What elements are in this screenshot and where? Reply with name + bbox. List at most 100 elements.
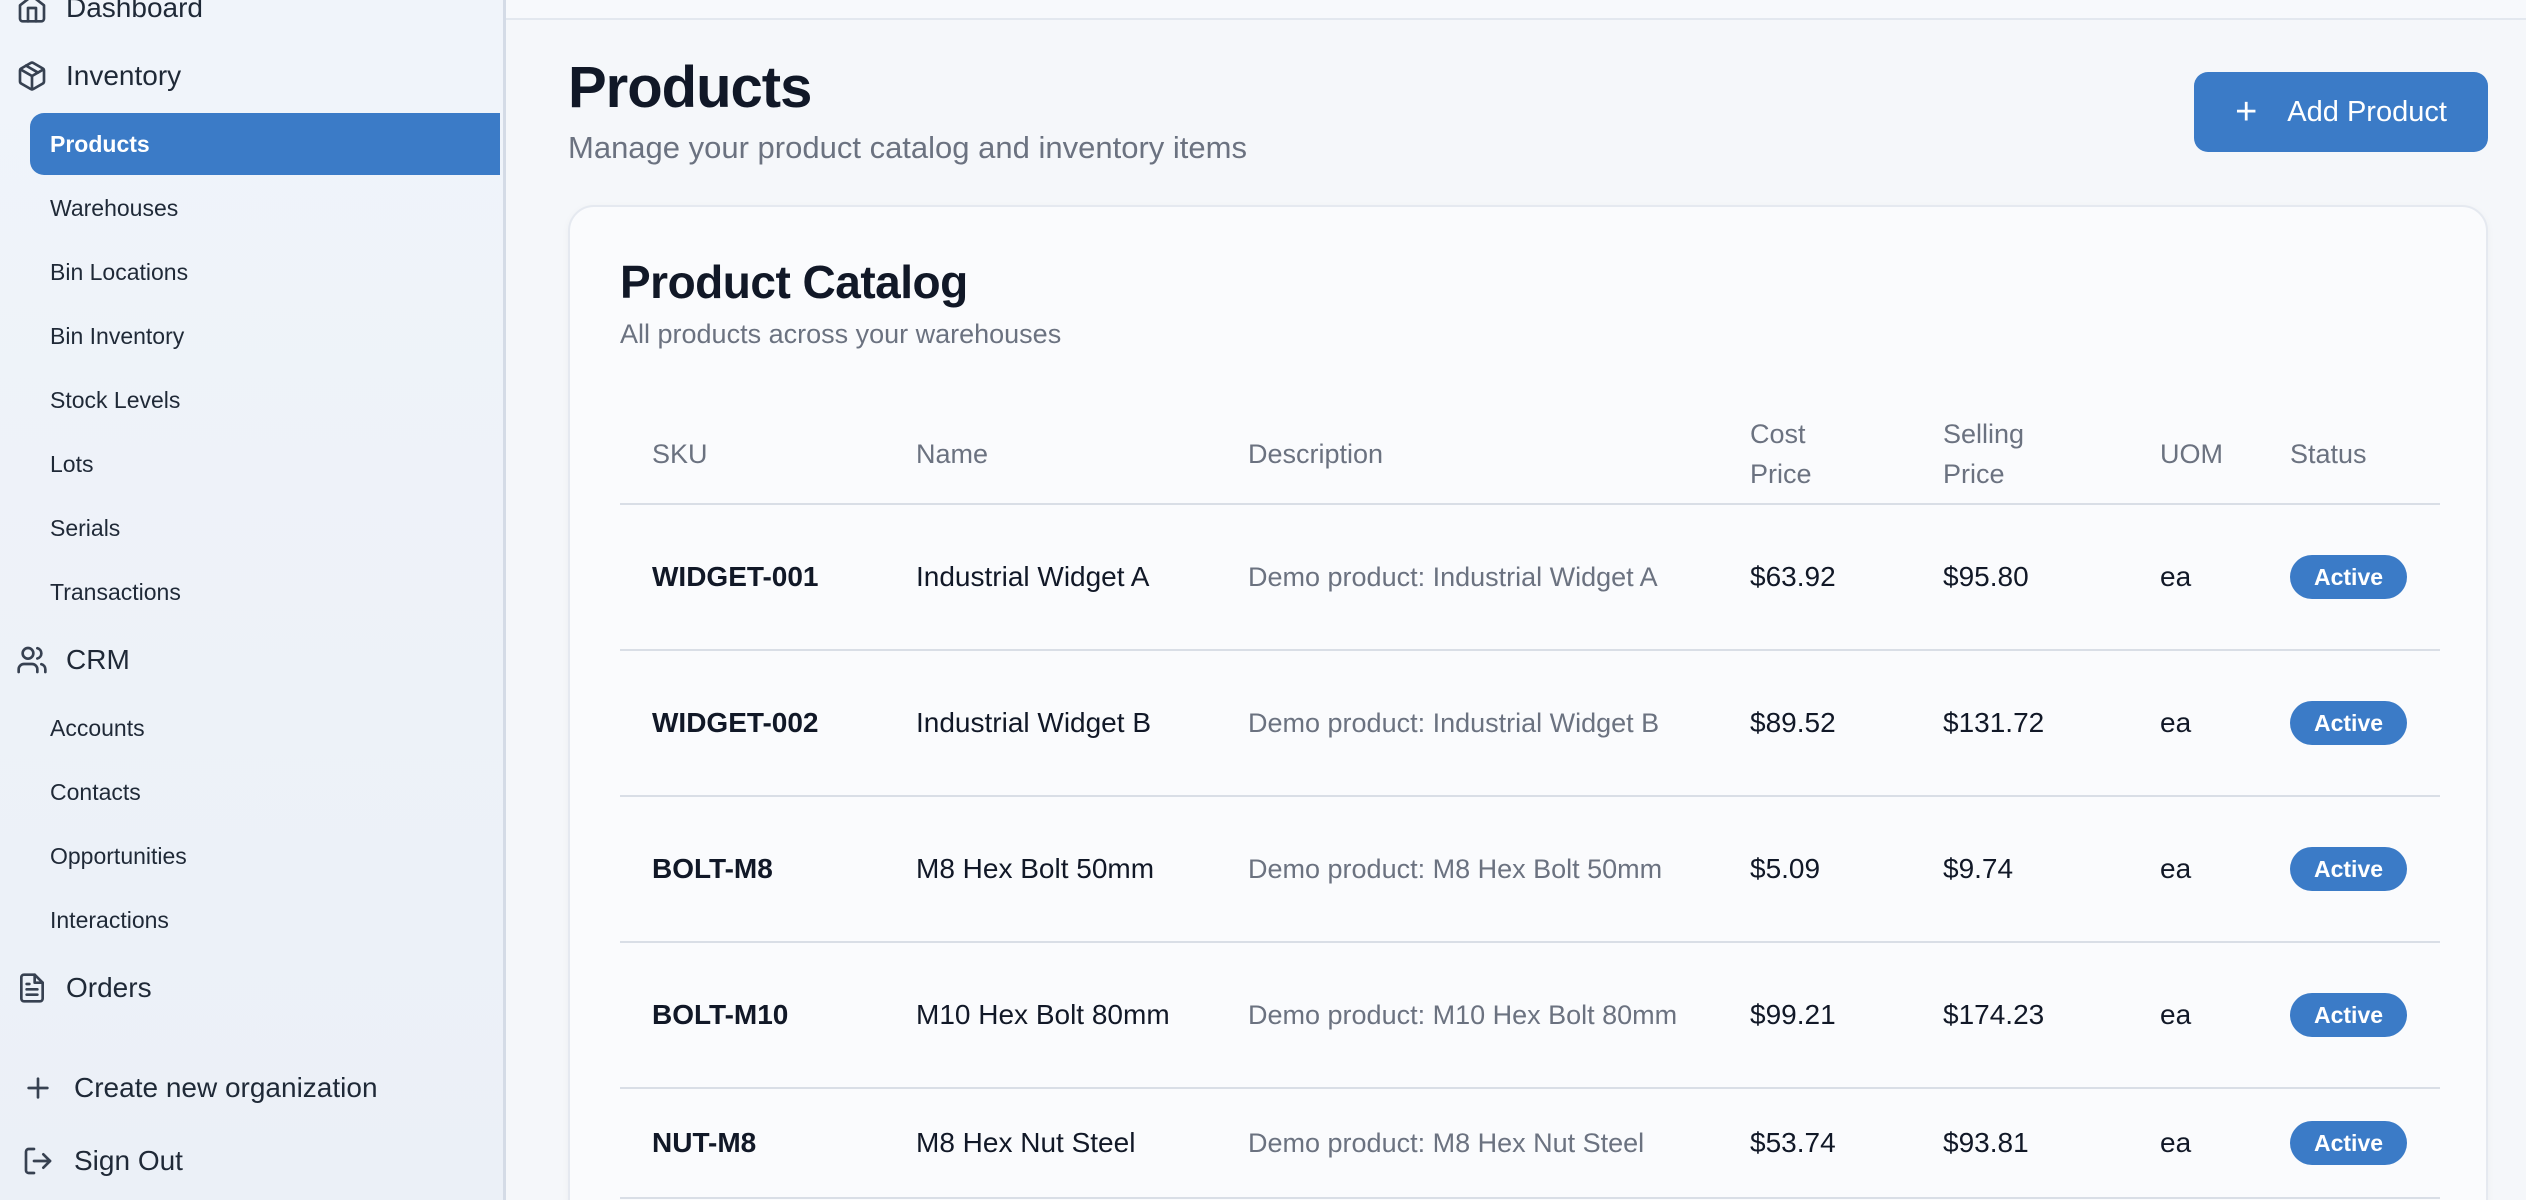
column-header-name[interactable]: Name: [916, 402, 988, 505]
table-row[interactable]: WIDGET-001 Industrial Widget A Demo prod…: [620, 505, 2440, 651]
sidebar-item-opportunities[interactable]: Opportunities: [30, 825, 500, 887]
nav-orders-label: Orders: [66, 972, 152, 1003]
cell-name: M10 Hex Bolt 80mm: [916, 999, 1170, 1030]
status-badge: Active: [2290, 993, 2408, 1037]
nav-inventory-label: Inventory: [66, 60, 182, 91]
cell-description: Demo product: M8 Hex Nut Steel: [1248, 1128, 1645, 1158]
sidebar-item-label: Stock Levels: [50, 386, 181, 413]
cell-description: Demo product: Industrial Widget A: [1248, 562, 1658, 592]
nav-orders[interactable]: Orders: [16, 960, 152, 1016]
nav-dashboard[interactable]: Dashboard: [16, 0, 203, 36]
sidebar-item-products[interactable]: Products: [30, 113, 500, 175]
column-header-status[interactable]: Status: [2290, 402, 2367, 505]
package-icon: [18, 61, 46, 91]
users-icon: [17, 646, 47, 674]
table-row[interactable]: NUT-M8 M8 Hex Nut Steel Demo product: M8…: [620, 1089, 2440, 1199]
cell-cost-price: $53.74: [1750, 1127, 1836, 1158]
cell-uom: ea: [2160, 707, 2192, 738]
cell-cost-price: $5.09: [1750, 853, 1821, 884]
sidebar-item-accounts[interactable]: Accounts: [30, 697, 500, 759]
cell-status: Active: [2290, 651, 2408, 795]
sidebar-item-label: Warehouses: [50, 194, 179, 221]
nav-inventory[interactable]: Inventory: [16, 48, 181, 104]
cell-description: Demo product: M8 Hex Bolt 50mm: [1248, 854, 1663, 884]
top-bar: [506, 0, 2526, 20]
cell-uom: ea: [2160, 1127, 2192, 1158]
status-badge: Active: [2290, 847, 2408, 891]
card-title: Product Catalog: [620, 256, 968, 308]
sidebar-item-label: Bin Inventory: [50, 322, 185, 349]
sidebar-item-label: Contacts: [50, 778, 141, 805]
page-title: Products: [568, 55, 812, 120]
sidebar-item-label: Lots: [50, 450, 94, 477]
sidebar-item-bin-inventory[interactable]: Bin Inventory: [30, 305, 500, 367]
cell-status: Active: [2290, 505, 2408, 649]
sign-out-button[interactable]: Sign Out: [22, 1136, 183, 1186]
table-header: SKU Name Description Cost Price Selling …: [620, 402, 2440, 505]
nav-dashboard-label: Dashboard: [66, 0, 203, 23]
sidebar-item-transactions[interactable]: Transactions: [30, 561, 500, 623]
page-subtitle: Manage your product catalog and inventor…: [568, 130, 1247, 165]
cell-selling-price: $95.80: [1943, 561, 2029, 592]
status-badge: Active: [2290, 1121, 2408, 1165]
sidebar-item-warehouses[interactable]: Warehouses: [30, 177, 500, 239]
sign-out-icon: [24, 1147, 52, 1175]
column-header-description[interactable]: Description: [1248, 402, 1383, 505]
sidebar-item-serials[interactable]: Serials: [30, 497, 500, 559]
cell-name: M8 Hex Nut Steel: [916, 1127, 1136, 1158]
status-badge: Active: [2290, 701, 2408, 745]
cell-cost-price: $89.52: [1750, 707, 1836, 738]
cell-selling-price: $93.81: [1943, 1127, 2029, 1158]
cell-status: Active: [2290, 797, 2408, 941]
cell-name: Industrial Widget A: [916, 561, 1150, 592]
sidebar-item-label: Transactions: [50, 578, 181, 605]
cell-name: Industrial Widget B: [916, 707, 1151, 738]
home-icon: [18, 0, 46, 23]
column-header-sku[interactable]: SKU: [652, 402, 708, 505]
cell-description: Demo product: Industrial Widget B: [1248, 708, 1660, 738]
column-header-uom[interactable]: UOM: [2160, 402, 2223, 505]
sidebar-item-lots[interactable]: Lots: [30, 433, 500, 495]
sidebar-item-label: Accounts: [50, 714, 145, 741]
nav-crm-label: CRM: [66, 644, 130, 675]
table-row[interactable]: WIDGET-002 Industrial Widget B Demo prod…: [620, 651, 2440, 797]
sidebar-item-label: Opportunities: [50, 842, 187, 869]
app-root: Dashboard Inventory Products Warehouses …: [0, 0, 2526, 1200]
cell-uom: ea: [2160, 853, 2192, 884]
sidebar: Dashboard Inventory Products Warehouses …: [0, 0, 506, 1200]
cell-sku: WIDGET-002: [652, 707, 819, 738]
sidebar-item-contacts[interactable]: Contacts: [30, 761, 500, 823]
sidebar-item-label: Interactions: [50, 906, 169, 933]
create-organization-button[interactable]: Create new organization: [22, 1063, 378, 1113]
column-header-cost-price[interactable]: Cost Price: [1750, 402, 1870, 505]
column-header-selling-price[interactable]: Selling Price: [1943, 402, 2083, 505]
cell-name: M8 Hex Bolt 50mm: [916, 853, 1155, 884]
cell-description: Demo product: M10 Hex Bolt 80mm: [1248, 1000, 1678, 1030]
sidebar-item-stock-levels[interactable]: Stock Levels: [30, 369, 500, 431]
cell-selling-price: $131.72: [1943, 707, 2045, 738]
cell-status: Active: [2290, 1089, 2408, 1197]
cell-sku: NUT-M8: [652, 1127, 757, 1158]
plus-icon: [27, 1077, 49, 1099]
nav-crm[interactable]: CRM: [16, 632, 130, 688]
product-catalog-card: Product Catalog All products across your…: [568, 205, 2488, 1200]
table-row[interactable]: BOLT-M8 M8 Hex Bolt 50mm Demo product: M…: [620, 797, 2440, 943]
document-icon: [20, 973, 44, 1003]
plus-icon: +: [2235, 91, 2258, 133]
add-product-button[interactable]: + Add Product: [2194, 72, 2488, 152]
cell-sku: WIDGET-001: [652, 561, 819, 592]
cell-selling-price: $174.23: [1943, 999, 2045, 1030]
sidebar-item-label: Serials: [50, 514, 121, 541]
cell-status: Active: [2290, 943, 2408, 1087]
sidebar-item-label: Products: [50, 130, 150, 157]
sidebar-item-bin-locations[interactable]: Bin Locations: [30, 241, 500, 303]
table-row[interactable]: BOLT-M10 M10 Hex Bolt 80mm Demo product:…: [620, 943, 2440, 1089]
cell-selling-price: $9.74: [1943, 853, 2014, 884]
card-subtitle: All products across your warehouses: [620, 319, 1062, 349]
status-badge: Active: [2290, 555, 2408, 599]
add-product-label: Add Product: [2287, 95, 2447, 128]
sidebar-item-interactions[interactable]: Interactions: [30, 889, 500, 951]
cell-sku: BOLT-M10: [652, 999, 789, 1030]
create-organization-label: Create new organization: [74, 1072, 378, 1103]
cell-cost-price: $99.21: [1750, 999, 1836, 1030]
